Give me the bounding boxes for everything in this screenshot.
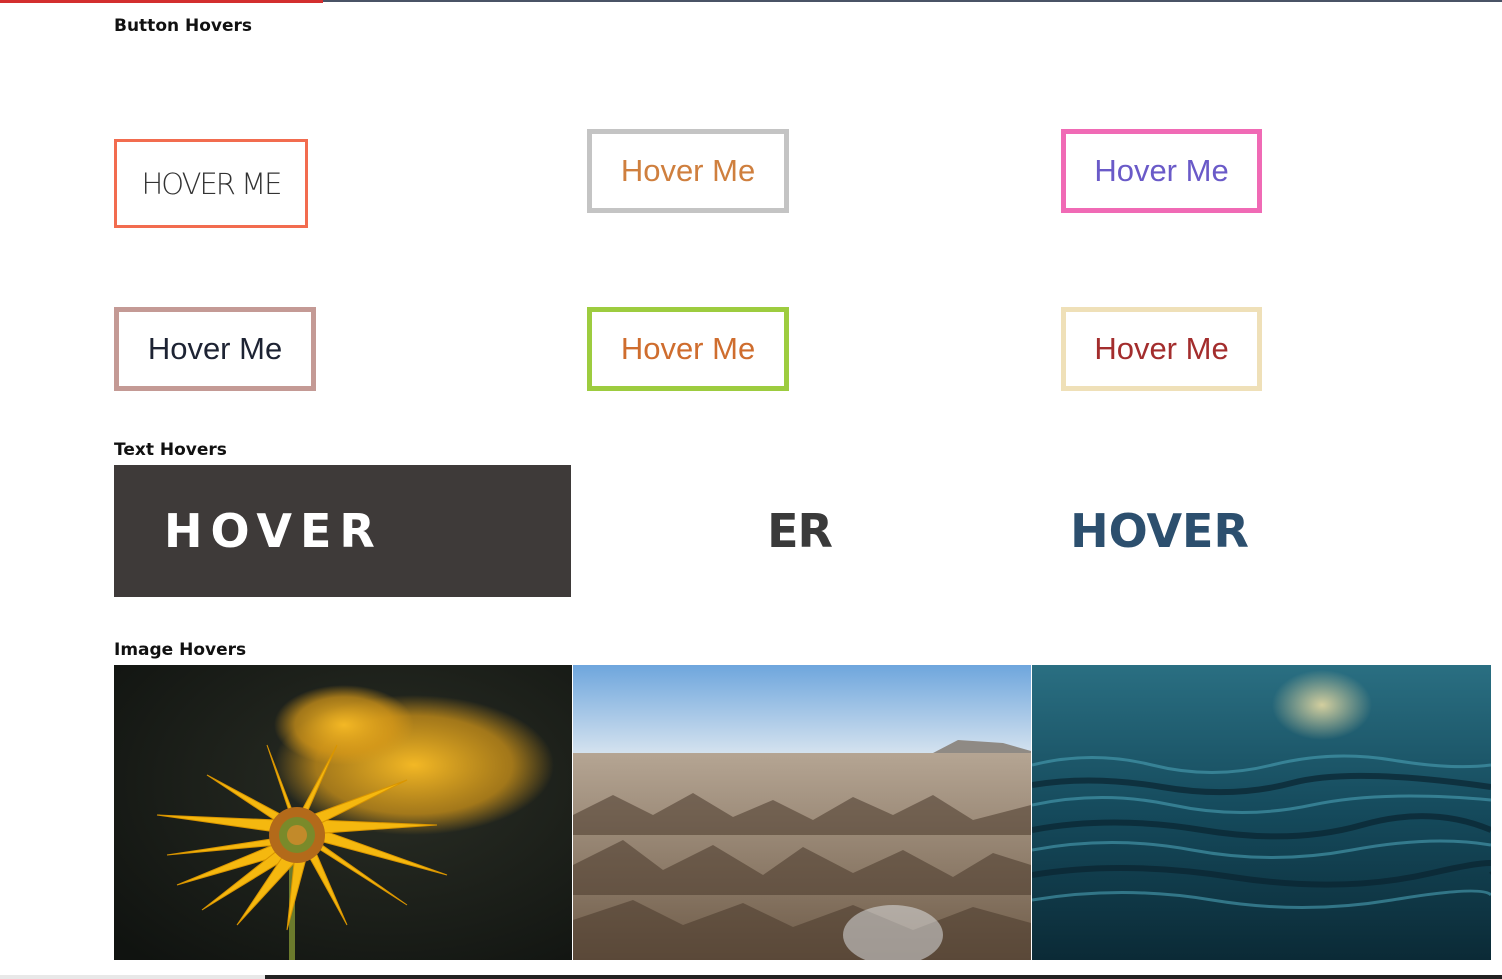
text-hovers-heading: Text Hovers — [114, 440, 227, 460]
horizontal-scrollbar-thumb[interactable] — [0, 975, 265, 979]
text-hover-1[interactable]: HOVER — [114, 465, 571, 597]
text-hover-3[interactable]: HOVER — [1031, 465, 1288, 597]
hover-button-5[interactable]: Hover Me — [587, 307, 789, 391]
text-hover-2[interactable]: ER — [571, 465, 1028, 597]
hover-button-6[interactable]: Hover Me — [1061, 307, 1262, 391]
desert-image[interactable] — [573, 665, 1031, 960]
hover-button-2[interactable]: Hover Me — [587, 129, 789, 213]
button-hovers-heading: Button Hovers — [114, 16, 253, 36]
flower-image[interactable] — [114, 665, 572, 960]
hover-button-4[interactable]: Hover Me — [114, 307, 316, 391]
scroll-progress-bar — [0, 0, 323, 3]
image-hovers-heading: Image Hovers — [114, 640, 247, 660]
hover-button-3[interactable]: Hover Me — [1061, 129, 1262, 213]
hover-button-1[interactable]: HOVER ME — [114, 139, 308, 228]
ocean-image[interactable] — [1032, 665, 1491, 960]
